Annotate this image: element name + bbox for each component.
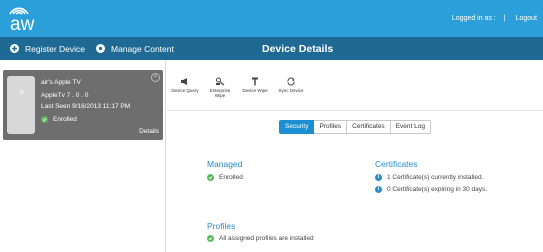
content-icon xyxy=(96,44,105,53)
tab-certificates[interactable]: Certificates xyxy=(347,120,391,134)
certificates-heading: Certificates xyxy=(375,159,418,169)
register-device-button[interactable]: Register Device xyxy=(10,41,85,56)
cert-installed-text: 1 Certificate(s) currently installed. xyxy=(387,174,484,181)
sync-device-label: Sync Device xyxy=(278,88,304,93)
check-icon xyxy=(207,174,214,181)
info-icon: i xyxy=(375,186,382,193)
profiles-heading: Profiles xyxy=(207,221,236,231)
megaphone-icon xyxy=(181,78,187,85)
apple-tv-logo: tv xyxy=(17,90,25,96)
page-title: Device Details xyxy=(262,43,334,55)
tab-security[interactable]: Security xyxy=(279,120,315,134)
managed-heading: Managed xyxy=(207,159,243,169)
enrolled-status: Enrolled xyxy=(41,116,77,123)
tab-profiles[interactable]: Profiles xyxy=(314,120,348,134)
profiles-status: All assigned profiles are installed xyxy=(207,235,314,242)
device-name: air's Apple TV xyxy=(41,79,81,86)
device-list-panel: tv ✕ air's Apple TV AppleTv 7 . 0 . 0 La… xyxy=(0,60,166,252)
plus-icon xyxy=(10,44,19,53)
tab-event-log[interactable]: Event Log xyxy=(390,120,431,134)
logout-link[interactable]: Logout xyxy=(516,15,537,22)
details-tabs: Security Profiles Certificates Event Log xyxy=(279,120,431,134)
device-wipe-button[interactable]: Device Wipe xyxy=(240,77,270,93)
manage-content-button[interactable]: Manage Content xyxy=(96,41,174,56)
managed-status-label: Enrolled xyxy=(219,174,243,181)
info-icon: i xyxy=(375,174,382,181)
register-device-label: Register Device xyxy=(25,43,85,54)
sync-icon xyxy=(287,77,295,86)
close-icon[interactable]: ✕ xyxy=(151,73,160,82)
device-card[interactable]: tv ✕ air's Apple TV AppleTv 7 . 0 . 0 La… xyxy=(3,70,163,140)
device-wipe-label: Device Wipe xyxy=(242,88,268,93)
device-wipe-icon xyxy=(252,77,258,86)
toolbar-divider xyxy=(167,110,543,111)
separator: | xyxy=(503,15,506,22)
cert-expiring-text: 0 Certificate(s) expiring in 30 days. xyxy=(387,186,488,193)
top-header: aw Logged in as : | Logout xyxy=(0,0,543,37)
cert-expiring-line: i 0 Certificate(s) expiring in 30 days. xyxy=(375,186,487,193)
enterprise-wipe-button[interactable]: Enterprise Wipe xyxy=(205,77,235,98)
apple-tv-image: tv xyxy=(7,76,35,134)
cert-installed-line: i 1 Certificate(s) currently installed. xyxy=(375,174,483,181)
check-icon xyxy=(41,116,48,123)
device-query-label: Device Query xyxy=(171,88,199,93)
check-icon xyxy=(207,235,214,242)
managed-status: Enrolled xyxy=(207,174,243,181)
action-bar: Register Device Manage Content Device De… xyxy=(0,37,543,60)
sync-device-button[interactable]: Sync Device xyxy=(276,77,306,93)
enterprise-wipe-icon xyxy=(216,77,225,86)
details-link[interactable]: Details xyxy=(139,128,159,135)
device-query-button[interactable]: Device Query xyxy=(170,77,200,93)
enrolled-label: Enrolled xyxy=(53,116,77,123)
last-seen: Last Seen 9/16/2013 11:17 PM xyxy=(41,103,131,110)
logo-text: aw xyxy=(10,14,35,35)
logged-in-label: Logged in as : xyxy=(451,15,496,22)
profiles-status-label: All assigned profiles are installed xyxy=(219,235,314,242)
user-area: Logged in as : | Logout xyxy=(450,15,537,22)
enterprise-wipe-label: Enterprise Wipe xyxy=(209,88,231,98)
airwatch-logo[interactable]: aw xyxy=(7,2,47,35)
device-os: AppleTv 7 . 0 . 0 xyxy=(41,92,89,99)
manage-content-label: Manage Content xyxy=(111,43,174,54)
